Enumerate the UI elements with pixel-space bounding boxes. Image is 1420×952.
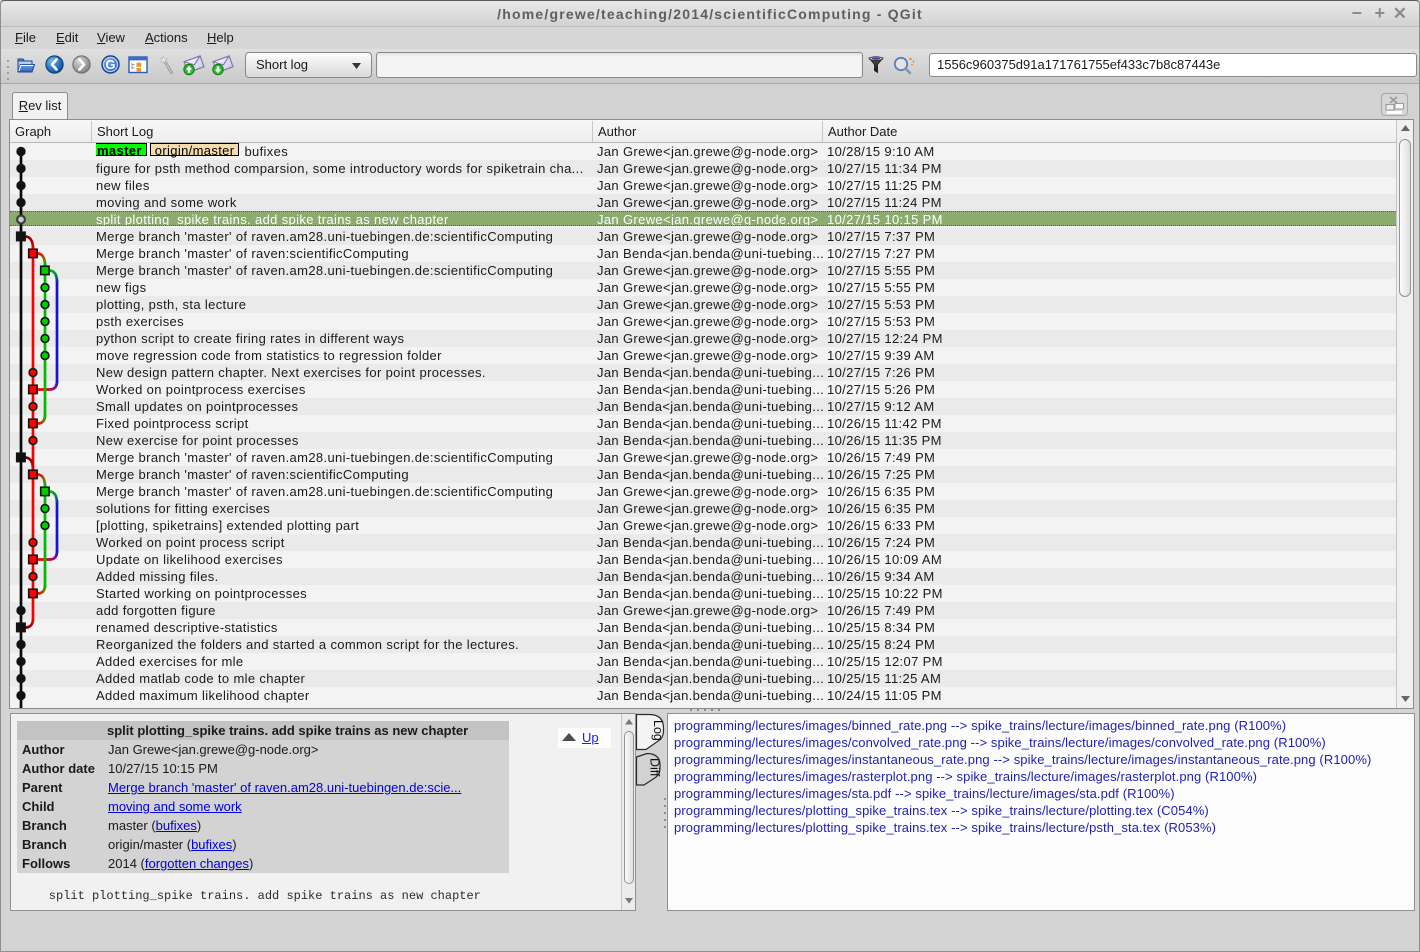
svg-text:Log: Log	[651, 720, 665, 741]
svg-text:Diff: Diff	[648, 758, 662, 777]
svg-text:G: G	[105, 57, 115, 72]
